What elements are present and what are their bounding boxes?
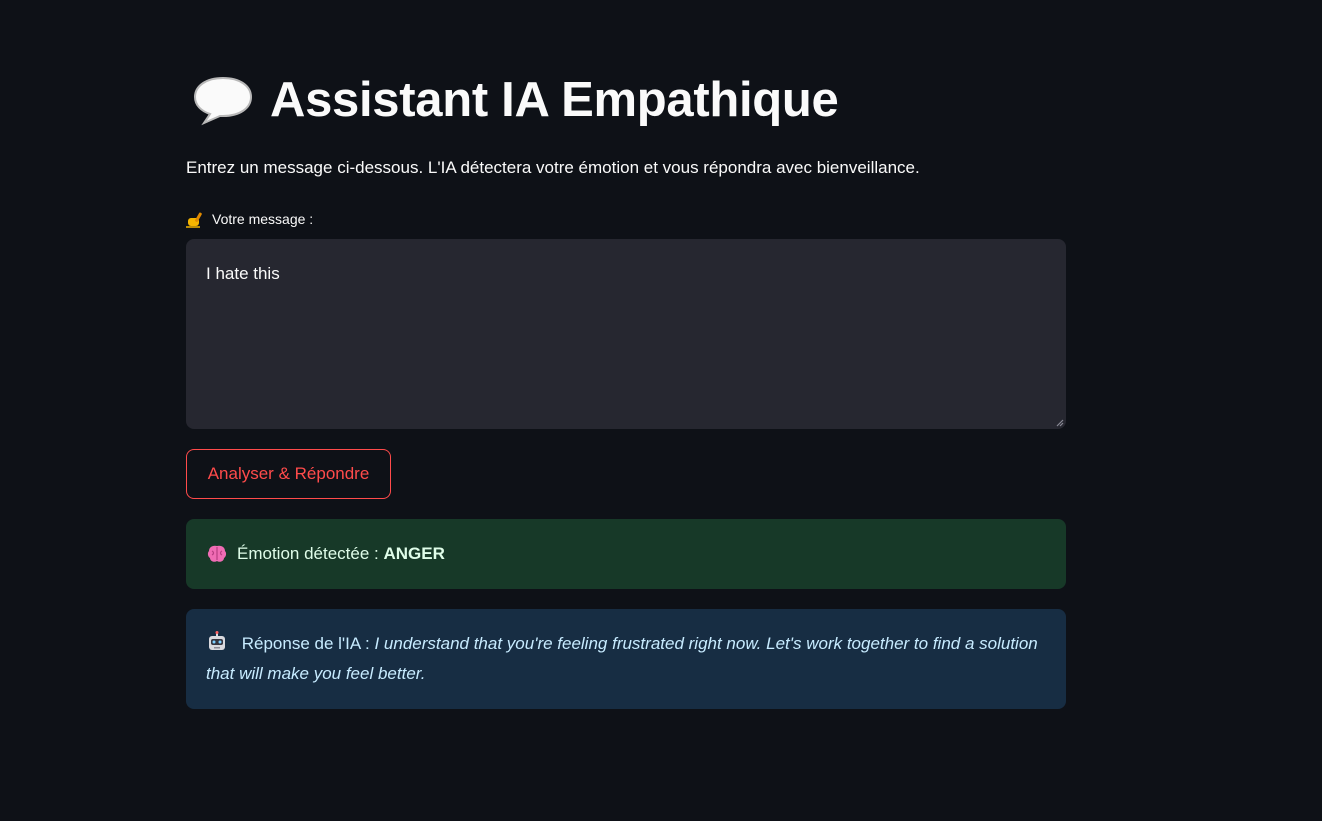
response-prefix: Réponse de l'IA : xyxy=(241,634,370,653)
message-label-text: Votre message : xyxy=(212,211,314,227)
analyze-button[interactable]: Analyser & Répondre xyxy=(186,449,391,499)
brain-icon xyxy=(207,545,227,562)
message-label: Votre message : xyxy=(186,208,313,230)
page-title: Assistant IA Empathique xyxy=(192,66,839,134)
writing-hand-icon xyxy=(186,212,202,228)
page-title-text: Assistant IA Empathique xyxy=(270,73,839,127)
response-alert: Réponse de l'IA : I understand that you'… xyxy=(186,609,1066,709)
message-input[interactable]: I hate this xyxy=(186,239,1066,429)
emotion-value: ANGER xyxy=(383,544,445,563)
emotion-alert: Émotion détectée : ANGER xyxy=(186,519,1066,589)
page-subtitle: Entrez un message ci-dessous. L'IA détec… xyxy=(186,158,920,177)
resize-handle-icon[interactable] xyxy=(1054,417,1064,427)
robot-icon xyxy=(209,631,225,650)
app-root: Assistant IA Empathique Entrez un messag… xyxy=(0,0,1322,821)
emotion-prefix: Émotion détectée : xyxy=(237,544,379,563)
speech-bubble-icon xyxy=(193,76,253,126)
